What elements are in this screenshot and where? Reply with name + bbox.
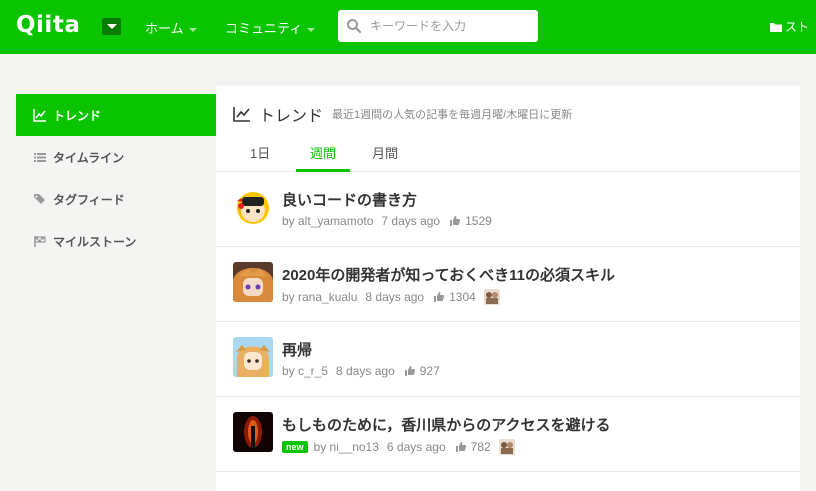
folder-icon bbox=[770, 23, 782, 32]
tab-weekly[interactable]: 週間 bbox=[296, 143, 350, 172]
article-date: 7 days ago bbox=[381, 214, 441, 228]
flag-icon bbox=[34, 236, 46, 247]
nav-community[interactable]: コミュニティ bbox=[225, 18, 316, 37]
article-row[interactable]: 再帰 by c_r_5 8 days ago 927 bbox=[216, 322, 800, 397]
avatar[interactable] bbox=[233, 187, 273, 227]
sidebar-item-label: トレンド bbox=[53, 108, 102, 123]
tab-daily[interactable]: 1日 bbox=[250, 143, 270, 172]
author-link[interactable]: by c_r_5 bbox=[282, 364, 328, 378]
tags-icon bbox=[34, 194, 45, 204]
author-link[interactable]: by alt_yamamoto bbox=[282, 214, 373, 228]
nav-community-label: コミュニティ bbox=[225, 21, 303, 36]
trend-panel: トレンド 最近1週間の人気の記事を毎週月曜/木曜日に更新 1日 週間 月間 良い… bbox=[216, 86, 800, 491]
search-input[interactable] bbox=[370, 16, 530, 36]
list-icon bbox=[34, 153, 46, 162]
author-link[interactable]: by rana_kualu bbox=[282, 290, 357, 304]
like-count: 1529 bbox=[465, 214, 492, 228]
article-row[interactable]: 良いコードの書き方 by alt_yamamoto 7 days ago 152… bbox=[216, 172, 800, 247]
article-meta: by rana_kualu 8 days ago 1304 bbox=[282, 289, 500, 305]
chevron-down-icon bbox=[307, 27, 316, 32]
period-tabs: 1日 週間 月間 bbox=[216, 140, 800, 172]
article-date: 6 days ago bbox=[386, 440, 446, 454]
article-meta: by alt_yamamoto 7 days ago 1529 bbox=[282, 214, 492, 228]
avatar[interactable] bbox=[233, 337, 273, 377]
like-count: 782 bbox=[470, 440, 491, 454]
sidebar-item-milestone[interactable]: マイルストーン bbox=[16, 220, 216, 262]
sidebar-item-label: タイムライン bbox=[53, 150, 125, 165]
article-meta: by c_r_5 8 days ago 927 bbox=[282, 364, 440, 378]
like-count: 927 bbox=[419, 364, 440, 378]
tab-monthly[interactable]: 月間 bbox=[372, 143, 398, 172]
trend-chart-icon bbox=[33, 109, 46, 122]
nav-home-label: ホーム bbox=[145, 21, 184, 36]
article-date: 8 days ago bbox=[336, 364, 395, 378]
stock-label: スト bbox=[785, 20, 810, 34]
article-title[interactable]: 良いコードの書き方 bbox=[282, 189, 417, 210]
avatar[interactable] bbox=[233, 412, 273, 452]
search-icon bbox=[347, 19, 362, 34]
thumbs-up-icon bbox=[434, 292, 445, 302]
like-count: 1304 bbox=[449, 290, 476, 304]
new-badge: new bbox=[282, 441, 308, 453]
article-row[interactable]: もしものために，香川県からのアクセスを避ける new by ni__no13 6… bbox=[216, 397, 800, 472]
thumbs-up-icon bbox=[455, 442, 466, 452]
chevron-down-icon bbox=[188, 27, 197, 32]
sidebar-item-timeline[interactable]: タイムライン bbox=[16, 136, 216, 178]
nav-home[interactable]: ホーム bbox=[145, 18, 197, 37]
author-link[interactable]: by ni__no13 bbox=[314, 440, 379, 454]
search-box[interactable] bbox=[338, 10, 538, 42]
stock-link[interactable]: スト bbox=[770, 18, 809, 35]
thumbs-up-icon bbox=[450, 216, 461, 226]
organization-avatar[interactable] bbox=[498, 439, 515, 455]
article-meta: new by ni__no13 6 days ago 782 bbox=[282, 439, 515, 455]
logo-dropdown-button[interactable] bbox=[102, 18, 121, 35]
article-date: 8 days ago bbox=[365, 290, 425, 304]
thumbs-up-icon bbox=[404, 366, 415, 376]
article-title[interactable]: 2020年の開発者が知っておくべき11の必須スキル bbox=[282, 264, 615, 285]
header-bar: Qiita ホーム コミュニティ スト bbox=[0, 0, 816, 54]
page-subtitle: 最近1週間の人気の記事を毎週月曜/木曜日に更新 bbox=[332, 109, 573, 121]
organization-avatar[interactable] bbox=[483, 289, 500, 305]
page-title: トレンド bbox=[259, 108, 324, 125]
article-title[interactable]: 再帰 bbox=[282, 339, 312, 360]
qiita-logo[interactable]: Qiita bbox=[16, 12, 80, 38]
avatar[interactable] bbox=[233, 262, 273, 302]
trend-chart-icon bbox=[233, 107, 250, 122]
sidebar-item-label: マイルストーン bbox=[53, 234, 137, 249]
sidebar-item-tagfeed[interactable]: タグフィード bbox=[16, 178, 216, 220]
sidebar-item-label: タグフィード bbox=[53, 192, 125, 207]
article-title[interactable]: もしものために，香川県からのアクセスを避ける bbox=[282, 414, 611, 435]
sidebar-item-trend[interactable]: トレンド bbox=[16, 94, 216, 136]
article-row[interactable]: 2020年の開発者が知っておくべき11の必須スキル by rana_kualu … bbox=[216, 247, 800, 322]
sidebar: トレンド タイムライン タグフィード マイルストーン bbox=[16, 94, 216, 262]
panel-header: トレンド 最近1週間の人気の記事を毎週月曜/木曜日に更新 bbox=[233, 102, 572, 126]
